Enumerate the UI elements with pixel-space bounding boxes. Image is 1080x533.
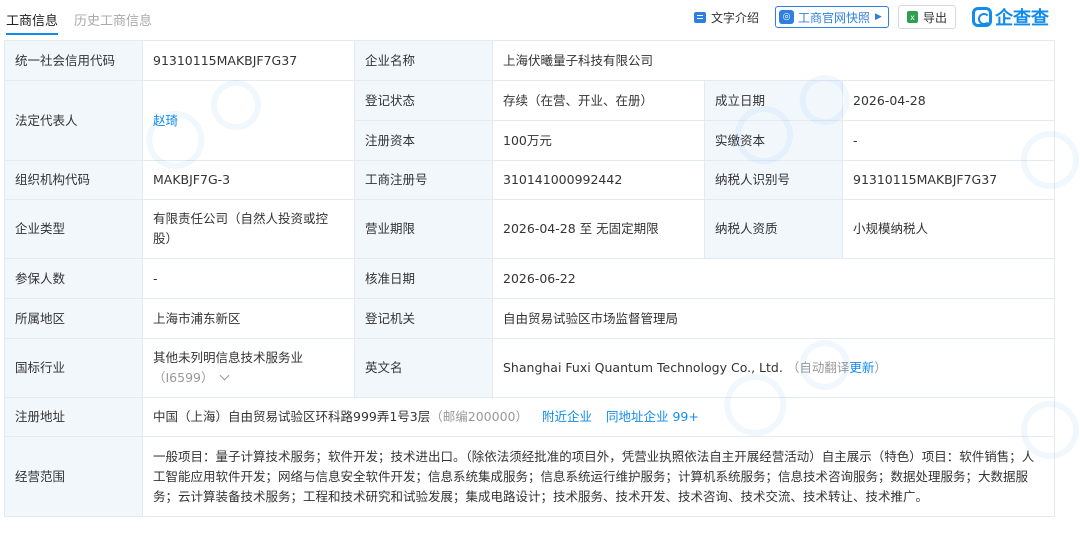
industry-cell: 其他未列明信息技术服务业 （I6599）	[142, 338, 355, 398]
industry-value: 其他未列明信息技术服务业	[153, 350, 304, 365]
table-row: 法定代表人 赵琦 登记状态 存续（在营、开业、在册） 成立日期 2026-04-…	[4, 80, 1056, 161]
reg-status-value: 存续（在营、开业、在册）	[492, 80, 705, 121]
address-label: 注册地址	[4, 397, 143, 437]
credit-code-label: 统一社会信用代码	[4, 40, 143, 81]
close-paren: ）	[874, 360, 887, 375]
company-name-value: 上海伏曦量子科技有限公司	[491, 40, 1056, 81]
reg-authority-label: 登记机关	[354, 298, 493, 339]
table-row: 所属地区 上海市浦东新区 登记机关 自由贸易试验区市场监督管理局	[4, 298, 1056, 339]
auto-translate-note: （自动翻译	[786, 360, 850, 375]
paid-capital-label: 实缴资本	[704, 120, 843, 161]
founded-value: 2026-04-28	[841, 80, 1056, 121]
taxpayer-qual-label: 纳税人资质	[704, 199, 843, 259]
taxpayer-id-label: 纳税人识别号	[704, 160, 843, 200]
table-row: 统一社会信用代码 91310115MAKBJF7G37 企业名称 上海伏曦量子科…	[4, 40, 1056, 81]
reg-capital-label: 注册资本	[354, 120, 493, 161]
brand-logo[interactable]: 企查查	[972, 4, 1049, 30]
text-icon	[694, 11, 706, 23]
export-button[interactable]: x 导出	[898, 5, 957, 29]
table-row: 注册地址 中国（上海）自由贸易试验区环科路999弄1号3层（邮编200000） 附…	[4, 397, 1056, 437]
reg-capital-value: 100万元	[492, 120, 705, 161]
legal-rep-label: 法定代表人	[4, 80, 143, 161]
arrow-right-icon: ▶	[875, 12, 882, 22]
text-intro-label: 文字介绍	[711, 10, 760, 25]
english-name-value: Shanghai Fuxi Quantum Technology Co., Lt…	[503, 360, 783, 375]
top-bar: 工商信息 历史工商信息 文字介绍 ◎ 工商官网快照 ▶ x 导出 企查查	[0, 0, 1080, 36]
biz-reg-no-value: 310141000992442	[492, 160, 705, 200]
update-link[interactable]: 更新	[849, 360, 874, 375]
business-info-table: 统一社会信用代码 91310115MAKBJF7G37 企业名称 上海伏曦量子科…	[4, 40, 1056, 517]
chevron-down-icon	[219, 370, 229, 381]
taxpayer-id-value: 91310115MAKBJF7G37	[841, 160, 1056, 200]
qcc-logo-icon	[972, 7, 992, 27]
biz-reg-no-label: 工商注册号	[354, 160, 493, 200]
table-row: 经营范围 一般项目：量子计算技术服务；软件开发；技术进出口。（除依法须经批准的项…	[4, 436, 1056, 517]
scope-label: 经营范围	[4, 436, 143, 517]
reg-authority-value: 自由贸易试验区市场监督管理局	[491, 298, 1056, 339]
nearby-companies-link[interactable]: 附近企业	[542, 409, 592, 424]
paid-capital-value: -	[841, 120, 1056, 161]
official-snapshot-button[interactable]: ◎ 工商官网快照 ▶	[775, 6, 889, 28]
reg-status-label: 登记状态	[354, 80, 493, 121]
company-type-value: 有限责任公司（自然人投资或控股）	[142, 199, 355, 259]
snapshot-icon: ◎	[779, 10, 794, 24]
postcode: （邮编200000）	[430, 409, 528, 424]
table-row: 组织机构代码 MAKBJF7G-3 工商注册号 310141000992442 …	[4, 160, 1056, 200]
official-snapshot-label: 工商官网快照	[798, 10, 871, 25]
industry-code-toggle[interactable]: （I6599）	[153, 368, 344, 388]
table-row: 参保人数 - 核准日期 2026-06-22	[4, 258, 1056, 299]
credit-code-value: 91310115MAKBJF7G37	[142, 40, 355, 81]
export-label: 导出	[923, 10, 948, 25]
text-intro-button[interactable]: 文字介绍	[694, 6, 759, 28]
region-value: 上海市浦东新区	[142, 298, 355, 339]
address-cell: 中国（上海）自由贸易试验区环科路999弄1号3层（邮编200000） 附近企业 同地…	[141, 397, 1056, 437]
biz-term-value: 2026-04-28 至 无固定期限	[492, 199, 705, 259]
scope-value: 一般项目：量子计算技术服务；软件开发；技术进出口。（除依法须经批准的项目外，凭营…	[141, 436, 1056, 517]
company-name-label: 企业名称	[354, 40, 493, 81]
legal-rep-cell: 赵琦	[142, 80, 355, 161]
region-label: 所属地区	[4, 298, 143, 339]
excel-icon: x	[907, 11, 918, 23]
english-name-label: 英文名	[354, 338, 493, 398]
industry-label: 国标行业	[4, 338, 143, 398]
same-address-companies-link[interactable]: 同地址企业 99+	[606, 409, 699, 424]
company-type-label: 企业类型	[4, 199, 143, 259]
insured-value: -	[142, 258, 355, 299]
biz-term-label: 营业期限	[354, 199, 493, 259]
table-row: 企业类型 有限责任公司（自然人投资或控股） 营业期限 2026-04-28 至 …	[4, 199, 1056, 259]
address-value: 中国（上海）自由贸易试验区环科路999弄1号3层	[153, 409, 431, 424]
tab-history-business-info[interactable]: 历史工商信息	[74, 10, 152, 29]
english-name-cell: Shanghai Fuxi Quantum Technology Co., Lt…	[491, 338, 1056, 398]
insured-label: 参保人数	[4, 258, 143, 299]
legal-rep-link[interactable]: 赵琦	[153, 113, 178, 128]
tab-business-info[interactable]: 工商信息	[6, 10, 59, 35]
approval-date-value: 2026-06-22	[491, 258, 1056, 299]
brand-name: 企查查	[995, 8, 1049, 29]
industry-code: （I6599）	[153, 370, 214, 385]
founded-label: 成立日期	[704, 80, 843, 121]
taxpayer-qual-value: 小规模纳税人	[841, 199, 1056, 259]
approval-date-label: 核准日期	[354, 258, 493, 299]
table-row: 国标行业 其他未列明信息技术服务业 （I6599） 英文名 Shanghai F…	[4, 338, 1056, 398]
org-code-label: 组织机构代码	[4, 160, 143, 200]
org-code-value: MAKBJF7G-3	[142, 160, 355, 200]
